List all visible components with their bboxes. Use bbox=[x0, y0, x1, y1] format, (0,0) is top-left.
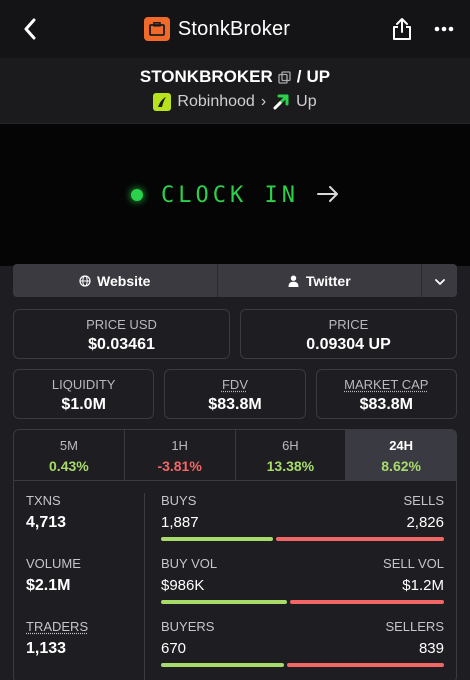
fdv-label: FDV bbox=[221, 377, 248, 392]
base-symbol: STONKBROKER bbox=[139, 67, 273, 86]
tab-label: 6H bbox=[282, 438, 299, 453]
sells-value: 2,826 bbox=[406, 514, 444, 531]
briefcase-icon bbox=[143, 17, 170, 41]
fdv-card[interactable]: FDV $83.8M bbox=[164, 369, 306, 419]
price-native-card: PRICE 0.09304 UP bbox=[240, 309, 457, 359]
tab-label: 24H bbox=[389, 438, 414, 453]
social-links-bar: Website Twitter bbox=[13, 264, 457, 297]
txns-value: 4,713 bbox=[26, 514, 67, 531]
volume-value: $2.1M bbox=[26, 577, 71, 594]
app-brand: StonkBroker bbox=[143, 17, 291, 41]
sellers-value: 839 bbox=[418, 640, 444, 657]
buy-vol-value: $986K bbox=[161, 577, 205, 594]
traders-label[interactable]: TRADERS bbox=[26, 619, 144, 634]
sell-vol-value: $1.2M bbox=[402, 577, 444, 594]
timeframe-tabs: 5M 0.43% 1H -3.81% 6H 13.38% 24H 8.62% bbox=[14, 430, 456, 481]
chain-name[interactable]: Up bbox=[296, 93, 316, 111]
stats-panel: 5M 0.43% 1H -3.81% 6H 13.38% 24H 8.62% T… bbox=[13, 429, 457, 680]
pair-title: STONKBROKER / UP bbox=[0, 67, 470, 87]
chevron-down-icon bbox=[434, 273, 445, 289]
arrow-right-icon bbox=[316, 181, 339, 209]
liquidity-value: $1.0M bbox=[61, 396, 106, 413]
price-native-label: PRICE bbox=[328, 317, 369, 332]
buy-bar-segment bbox=[161, 663, 285, 667]
sellers-label: SELLERS bbox=[385, 619, 444, 634]
sell-bar-segment bbox=[290, 600, 444, 604]
buys-value: 1,887 bbox=[161, 514, 199, 531]
user-icon bbox=[288, 275, 300, 287]
buyers-label: BUYERS bbox=[161, 619, 215, 634]
dex-name[interactable]: Robinhood bbox=[177, 93, 254, 111]
tab-change: 8.62% bbox=[381, 458, 421, 474]
fdv-value: $83.8M bbox=[208, 396, 262, 413]
pair-header: STONKBROKER / UP Robinhood › Up bbox=[0, 58, 470, 124]
back-icon[interactable] bbox=[18, 17, 42, 41]
tab-1h[interactable]: 1H -3.81% bbox=[123, 430, 235, 480]
buy-bar-segment bbox=[161, 600, 287, 604]
split-column: BUYS SELLS 1,887 2,826 BUY VOL SELL VOL … bbox=[145, 493, 456, 680]
website-button[interactable]: Website bbox=[13, 264, 217, 297]
totals-column: TXNS 4,713 VOLUME $2.1M TRADERS 1,133 bbox=[14, 493, 145, 680]
promo-banner[interactable]: CLOCK IN bbox=[0, 124, 470, 266]
more-icon[interactable] bbox=[434, 26, 454, 32]
buys-sells-row: BUYS SELLS 1,887 2,826 bbox=[161, 493, 444, 556]
sells-label: SELLS bbox=[403, 493, 444, 508]
buys-sells-bar bbox=[161, 537, 444, 541]
tab-24h[interactable]: 24H 8.62% bbox=[345, 430, 456, 480]
app-title: StonkBroker bbox=[177, 17, 291, 40]
traders-split-row: BUYERS SELLERS 670 839 bbox=[161, 619, 444, 680]
tab-label: 1H bbox=[171, 438, 188, 453]
tab-change: -3.81% bbox=[157, 458, 202, 474]
volume-label: VOLUME bbox=[26, 556, 81, 571]
twitter-button[interactable]: Twitter bbox=[216, 264, 422, 297]
more-links-dropdown[interactable] bbox=[421, 264, 457, 297]
sell-bar-segment bbox=[287, 663, 444, 667]
up-arrow-icon bbox=[272, 93, 290, 111]
tab-5m[interactable]: 5M 0.43% bbox=[14, 430, 124, 480]
status-dot-icon bbox=[131, 189, 144, 201]
buy-vol-label: BUY VOL bbox=[161, 556, 218, 571]
twitter-label: Twitter bbox=[305, 272, 351, 289]
txns-label: TXNS bbox=[26, 493, 61, 508]
tab-6h[interactable]: 6H 13.38% bbox=[234, 430, 346, 480]
price-native-value: 0.09304 UP bbox=[306, 336, 391, 353]
chevron-right-icon: › bbox=[260, 93, 267, 110]
tab-label: 5M bbox=[59, 438, 78, 453]
market-cap-value: $83.8M bbox=[359, 396, 413, 413]
liquidity-label: LIQUIDITY bbox=[51, 377, 116, 392]
pair-separator: / bbox=[296, 67, 302, 86]
top-app-bar: StonkBroker bbox=[0, 0, 470, 58]
sell-vol-label: SELL VOL bbox=[383, 556, 444, 571]
price-usd-card: PRICE USD $0.03461 bbox=[13, 309, 230, 359]
share-icon[interactable] bbox=[392, 17, 412, 41]
copy-icon[interactable] bbox=[278, 70, 292, 84]
price-usd-value: $0.03461 bbox=[88, 336, 155, 353]
liquidity-card: LIQUIDITY $1.0M bbox=[13, 369, 155, 419]
globe-icon bbox=[79, 274, 91, 287]
sell-bar-segment bbox=[276, 537, 444, 541]
buyers-value: 670 bbox=[161, 640, 187, 657]
website-label: Website bbox=[97, 272, 151, 289]
robinhood-icon bbox=[153, 93, 172, 111]
volume-split-bar bbox=[161, 600, 444, 604]
buy-bar-segment bbox=[161, 537, 273, 541]
market-cap-label: MARKET CAP bbox=[344, 377, 429, 392]
market-cap-card[interactable]: MARKET CAP $83.8M bbox=[315, 369, 457, 419]
pair-breadcrumb: Robinhood › Up bbox=[0, 93, 470, 111]
tab-change: 13.38% bbox=[266, 458, 315, 474]
quote-symbol: UP bbox=[306, 67, 331, 86]
banner-text: CLOCK IN bbox=[161, 182, 299, 208]
traders-value: 1,133 bbox=[26, 640, 67, 657]
tab-change: 0.43% bbox=[49, 458, 89, 474]
buys-label: BUYS bbox=[161, 493, 197, 508]
volume-split-row: BUY VOL SELL VOL $986K $1.2M bbox=[161, 556, 444, 619]
price-usd-label: PRICE USD bbox=[86, 317, 157, 332]
traders-split-bar bbox=[161, 663, 444, 667]
